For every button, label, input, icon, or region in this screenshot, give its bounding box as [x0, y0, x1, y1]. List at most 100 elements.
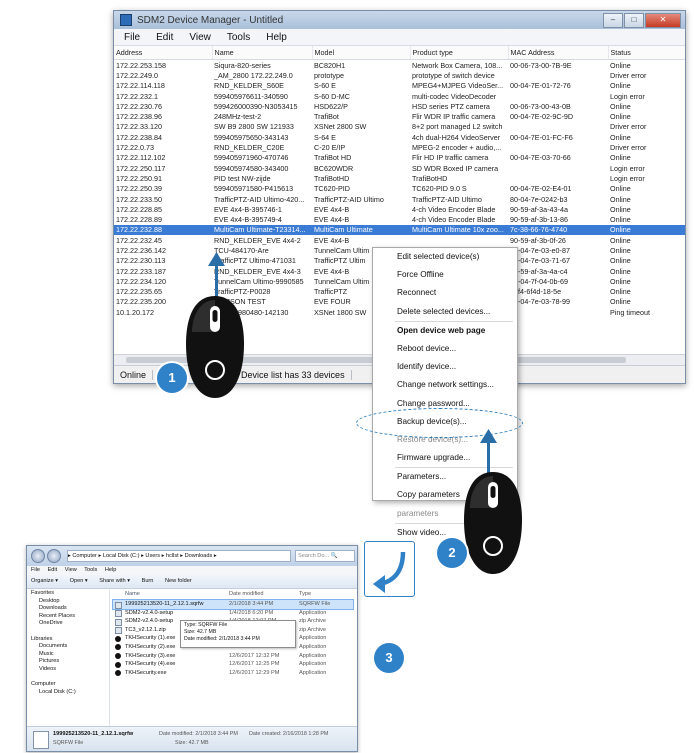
organize-button[interactable]: Organize ▾ [31, 578, 58, 584]
column-header[interactable]: Address [114, 46, 213, 60]
table-row[interactable]: 172.22.253.158 Siqura-820-series BC820H1 Ne… [114, 60, 685, 71]
column-header[interactable]: MAC Address [508, 46, 609, 60]
table-row[interactable]: 172.22.112.102 599405971960-470746 TrafiBo… [114, 153, 685, 163]
forward-button[interactable] [47, 549, 61, 563]
file-row[interactable]: SDM2-v2.4.0-setup 1/4/2018 6:20 PM Applica… [113, 609, 353, 618]
menu-file[interactable]: File [31, 567, 40, 573]
table-cell: 172.22.0.73 [116, 143, 154, 153]
table-row[interactable]: 172.22.114.118 RND_KELDER_S60E S-60 E MPEG4… [114, 81, 685, 91]
table-row[interactable]: 172.22.228.89 EVE 4x4-B-395749-4 EVE 4x4-B… [114, 214, 685, 224]
column-header[interactable]: Status [608, 46, 685, 60]
table-row[interactable]: 172.22.230.76 599426000390-N3053415 HSD622… [114, 101, 685, 111]
file-icon [115, 618, 122, 626]
menu-help[interactable]: Help [105, 567, 117, 573]
nav-item[interactable]: Pictures [27, 658, 109, 666]
table-cell: 172.22.253.158 [116, 60, 166, 70]
menu-help[interactable]: Help [266, 32, 287, 43]
table-row[interactable]: 172.22.250.91 PID test NW-zijde TrafiBotHD… [114, 173, 685, 183]
context-menu-item[interactable]: Firmware upgrade... [373, 449, 517, 467]
context-menu-item[interactable]: Force Offline [373, 266, 517, 284]
nav-item[interactable]: Downloads [27, 605, 109, 613]
back-button[interactable] [31, 549, 45, 563]
curved-arrow-icon [373, 551, 406, 593]
table-row[interactable]: 172.22.238.96 248MHz-test-2 TrafiBot Flir W… [114, 111, 685, 121]
table-cell: 172.22.238.96 [116, 112, 162, 122]
column-date-modified[interactable]: Date modified [229, 590, 299, 599]
column-header[interactable]: Model [312, 46, 411, 60]
table-row[interactable]: 172.22.238.84 599405975650-343143 S-64 E 4c… [114, 132, 685, 142]
context-menu-item[interactable]: Reboot device... [373, 340, 517, 358]
open-button[interactable]: Open ▾ [70, 578, 88, 584]
tooltip-type: Type: SQRFW File [184, 622, 228, 628]
share-with-button[interactable]: Share with ▾ [99, 578, 130, 584]
table-cell: PID test NW-zijde [214, 173, 271, 183]
nav-item[interactable]: Music [27, 651, 109, 659]
table-row[interactable]: 172.22.0.73 RND_KELDER_C20E C-20 E/IP MPEG-… [114, 142, 685, 152]
table-row[interactable]: 172.22.250.39 599405971580-P415613 TC620-P… [114, 184, 685, 194]
nav-item[interactable]: Desktop [27, 598, 109, 606]
burn-button[interactable]: Burn [142, 578, 154, 584]
menu-file[interactable]: File [124, 32, 140, 43]
context-menu-item[interactable]: Reconnect [373, 284, 517, 302]
nav-item[interactable]: Favorites [27, 590, 109, 598]
table-row[interactable]: 172.22.233.50 TrafficPTZ-AID Ultimo-420..… [114, 194, 685, 204]
table-cell: S-64 E [314, 132, 336, 142]
nav-item[interactable]: Videos [27, 666, 109, 674]
context-menu-item[interactable]: Open device web page [373, 322, 517, 340]
menu-view[interactable]: View [65, 567, 77, 573]
table-row[interactable]: 172.22.250.117 599405974580-343400 BC620WD… [114, 163, 685, 173]
minimize-button[interactable]: – [603, 12, 623, 28]
nav-item[interactable]: Local Disk (C:) [27, 689, 109, 697]
path-input[interactable]: ▸ Computer ▸ Local Disk (C:) ▸ Users ▸ h… [67, 550, 291, 562]
table-row[interactable]: 172.22.33.120 SW B9 2800 SW 121933 XSNet 2… [114, 122, 685, 132]
table-cell: Online [610, 287, 631, 297]
close-button[interactable]: ✕ [645, 12, 681, 28]
context-menu-item[interactable]: Identify device... [373, 358, 517, 376]
nav-item[interactable]: OneDrive [27, 620, 109, 628]
column-header[interactable]: Name [212, 46, 313, 60]
file-row[interactable]: TKHSecurity (3).exe 12/6/2017 12:32 PM App… [113, 652, 353, 661]
context-menu-item[interactable]: Change network settings... [373, 376, 517, 394]
nav-item[interactable]: Documents [27, 643, 109, 651]
table-cell: 599426000390-N3053415 [214, 101, 298, 111]
file-name: SDM2-v2.4.0-setup [113, 609, 229, 618]
table-row[interactable]: 172.22.249.0 _AM_2800 172.22.249.0 prototy… [114, 70, 685, 80]
table-cell: MPEG-2 encoder + audio,... [412, 143, 502, 153]
nav-item[interactable]: Libraries [27, 636, 109, 644]
new-folder-button[interactable]: New folder [165, 578, 192, 584]
table-row[interactable]: 172.22.228.85 EVE 4x4-B-395746-1 EVE 4x4-B… [114, 204, 685, 214]
file-row[interactable]: 199925213520-11_2.12.1.sqrfw 2/1/2018 3:4… [112, 599, 354, 610]
details-pane: 199925213520-11_2.12.1.sqrfw SQRFW File … [27, 726, 357, 751]
nav-item [27, 674, 109, 682]
nav-item[interactable]: Recent Places [27, 613, 109, 621]
context-menu-item[interactable]: Delete selected devices... [373, 303, 517, 321]
table-cell: 599405976611-340590 [214, 91, 288, 101]
table-row[interactable]: 172.22.232.88 MultiCam Ultimate-T23314...… [114, 224, 685, 236]
menu-edit[interactable]: Edit [48, 567, 58, 573]
file-type: Application [299, 635, 327, 642]
table-cell: 00-06-73-00-43-0B [510, 101, 571, 111]
maximize-button[interactable]: □ [624, 12, 644, 28]
menu-edit[interactable]: Edit [156, 32, 173, 43]
menu-tools[interactable]: Tools [84, 567, 97, 573]
search-input[interactable]: Search Do... 🔍 [295, 550, 355, 562]
file-row[interactable]: TKHSecurity.exe 12/6/2017 12:29 PM Applica… [113, 669, 353, 678]
nav-item [27, 628, 109, 636]
table-row[interactable]: 172.22.232.1 599405976611-340590 S-60 D-MC… [114, 91, 685, 101]
file-name-text: TKHSecurity.exe [125, 669, 167, 676]
table-cell: TrafficPTZ Ultimo-471031 [214, 256, 296, 266]
table-cell [508, 163, 608, 173]
table-row[interactable]: 172.22.232.45 RND_KELDER_EVE 4x4-2 EVE 4x4… [114, 235, 685, 245]
file-type: zip Archive [299, 626, 327, 633]
table-cell: Online [610, 184, 631, 194]
context-menu-item[interactable]: Edit selected device(s) [373, 248, 517, 266]
table-cell: Driver error [610, 70, 647, 80]
nav-item[interactable]: Computer [27, 681, 109, 689]
menu-view[interactable]: View [189, 32, 211, 43]
column-type[interactable]: Type [299, 590, 353, 599]
column-name[interactable]: Name [113, 590, 229, 599]
menu-tools[interactable]: Tools [227, 32, 250, 43]
column-header[interactable]: Product type [410, 46, 509, 60]
table-cell: TrafiBot HD [314, 153, 352, 163]
file-row[interactable]: TKHSecurity (4).exe 12/6/2017 12:25 PM App… [113, 660, 353, 669]
